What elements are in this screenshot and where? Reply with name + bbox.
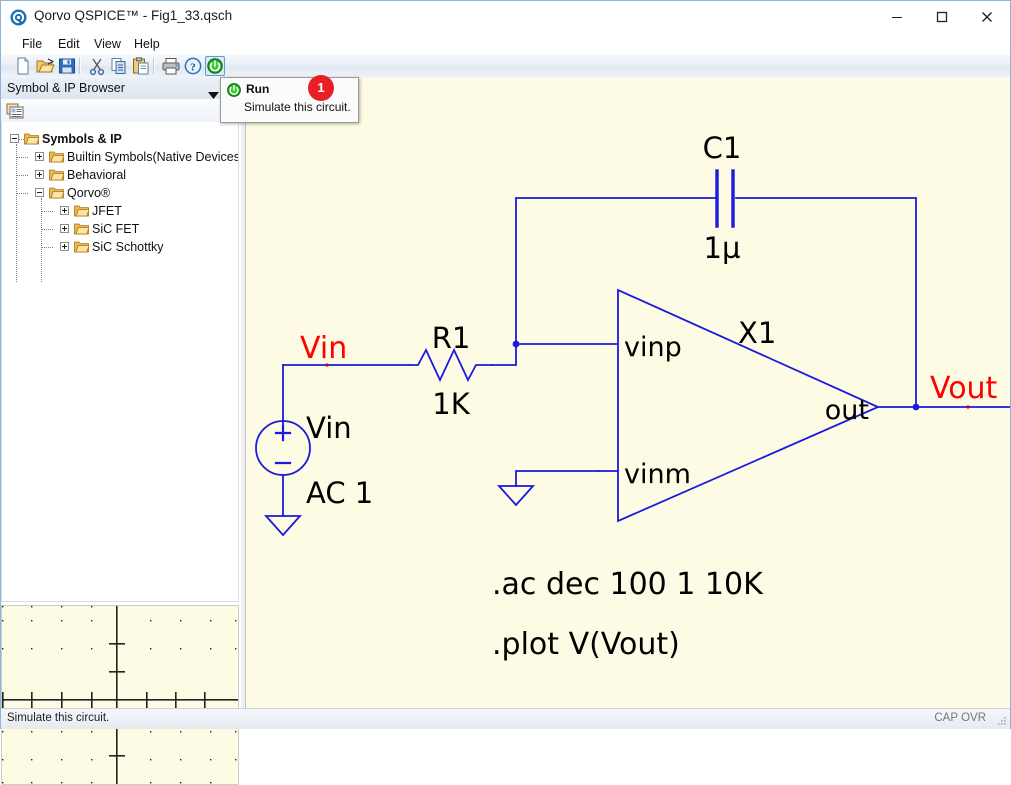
step-badge: 1 xyxy=(308,75,334,101)
status-badge-overwrite: OVR xyxy=(961,712,986,724)
label-opamp-pin-out: out xyxy=(825,395,869,426)
tree-guide xyxy=(16,175,28,176)
source-plus-sign xyxy=(274,424,292,442)
toolbar-separator xyxy=(153,58,155,74)
tooltip-body: Simulate this circuit. xyxy=(244,100,351,114)
schematic-canvas[interactable]: C1 1µ R1 1K Vin AC 1 vinp vinm out X1 .a… xyxy=(245,78,1010,708)
junction-dot-vout xyxy=(912,403,920,411)
gnd-source-symbol xyxy=(263,515,303,537)
tree-item-label: Behavioral xyxy=(67,168,127,182)
symbol-browser-dock: Symbol & IP Browser Symbols & IP Builtin… xyxy=(1,78,241,785)
label-v1-ref: Vin xyxy=(306,411,352,445)
tree-expander-plus-icon[interactable] xyxy=(60,206,69,215)
help-button[interactable]: ? xyxy=(183,56,203,76)
menu-bar: File Edit View Help xyxy=(1,34,1010,54)
new-file-button[interactable] xyxy=(13,56,33,76)
folder-open-icon xyxy=(49,186,65,199)
symbol-preview-pane[interactable] xyxy=(1,605,239,785)
status-badge-caps: CAP xyxy=(934,712,958,724)
folder-icon xyxy=(74,204,90,217)
net-label-vout: Vout xyxy=(930,371,998,406)
svg-text:?: ? xyxy=(190,62,196,74)
tree-guide xyxy=(16,157,28,158)
folder-icon xyxy=(74,240,90,253)
tree-expander-plus-icon[interactable] xyxy=(60,242,69,251)
tree-item-label: SiC FET xyxy=(92,222,140,236)
tree-item-label: JFET xyxy=(92,204,122,218)
label-opamp-pin-vinp: vinp xyxy=(624,332,682,363)
maximize-button[interactable] xyxy=(919,1,964,33)
tree-guide xyxy=(41,211,53,212)
title-bar: Qorvo QSPICE™ - Fig1_33.qsch xyxy=(1,1,1010,35)
label-opamp-ref: X1 xyxy=(738,316,776,350)
tree-guide xyxy=(41,247,53,248)
label-opamp-pin-vinm: vinm xyxy=(624,459,691,490)
tree-expander-plus-icon[interactable] xyxy=(35,152,44,161)
junction-dot-vinp xyxy=(512,340,520,348)
window-title: Qorvo QSPICE™ - Fig1_33.qsch xyxy=(34,8,233,23)
run-button[interactable] xyxy=(205,56,225,76)
wire-r1-to-node xyxy=(491,343,517,366)
cut-button[interactable] xyxy=(87,56,107,76)
directive-plot: .plot V(Vout) xyxy=(492,627,680,662)
minimize-button[interactable] xyxy=(874,1,919,33)
dock-toolbar xyxy=(1,99,241,123)
close-button[interactable] xyxy=(964,1,1009,33)
gnd-vinm-symbol xyxy=(496,485,536,507)
label-r1-ref: R1 xyxy=(432,321,471,355)
paste-button[interactable] xyxy=(131,56,151,76)
menu-edit[interactable]: Edit xyxy=(51,34,87,54)
tree-expander-minus-icon[interactable] xyxy=(10,134,19,143)
tree-expander-minus-icon[interactable] xyxy=(35,188,44,197)
folder-icon xyxy=(74,222,90,235)
run-tooltip: Run Simulate this circuit. 1 xyxy=(220,75,359,123)
status-bar: Simulate this circuit. CAP OVR xyxy=(1,708,1010,729)
tree-item-label: Symbols & IP xyxy=(42,132,122,146)
open-file-button[interactable] xyxy=(35,56,55,76)
tree-expander-plus-icon[interactable] xyxy=(60,224,69,233)
tree-expander-plus-icon[interactable] xyxy=(35,170,44,179)
print-button[interactable] xyxy=(161,56,181,76)
tree-item-label: Builtin Symbols(Native Devices) xyxy=(67,150,239,164)
main-toolbar: ? xyxy=(1,54,1010,79)
label-c1-value: 1µ xyxy=(704,231,741,265)
label-r1-value: 1K xyxy=(432,387,470,421)
resize-grip[interactable] xyxy=(995,715,1007,727)
symbol-list-icon[interactable] xyxy=(6,102,24,119)
folder-icon xyxy=(49,168,65,181)
tree-guide xyxy=(16,193,28,194)
label-v1-value: AC 1 xyxy=(306,476,373,510)
copy-button[interactable] xyxy=(109,56,129,76)
dock-header: Symbol & IP Browser xyxy=(1,78,241,100)
run-power-icon xyxy=(226,82,242,98)
status-message: Simulate this circuit. xyxy=(7,712,110,724)
toolbar-separator xyxy=(79,58,81,74)
wire-vinm-to-gnd xyxy=(515,470,599,487)
tree-guide xyxy=(16,144,17,282)
application-window: Qorvo QSPICE™ - Fig1_33.qsch File Edit V… xyxy=(0,0,1011,785)
menu-file[interactable]: File xyxy=(15,34,49,54)
symbol-tree[interactable]: Symbols & IP Builtin Symbols(Native Devi… xyxy=(1,122,239,602)
tooltip-title: Run xyxy=(246,82,270,96)
wire-node-to-c1-left xyxy=(515,197,717,345)
folder-open-icon xyxy=(24,132,40,145)
save-file-button[interactable] xyxy=(57,56,77,76)
tree-guide xyxy=(41,229,53,230)
directive-ac: .ac dec 100 1 10K xyxy=(492,567,764,602)
tree-item-label: SiC Schottky xyxy=(92,240,164,254)
menu-view[interactable]: View xyxy=(87,34,128,54)
menu-help[interactable]: Help xyxy=(127,34,167,54)
label-c1-ref: C1 xyxy=(703,131,742,165)
dock-title: Symbol & IP Browser xyxy=(7,81,125,95)
wire-c1-right-to-vout xyxy=(735,197,917,408)
tree-item-label: Qorvo® xyxy=(67,186,111,200)
qspice-icon xyxy=(10,9,27,26)
net-label-vin: Vin xyxy=(300,331,347,366)
folder-icon xyxy=(49,150,65,163)
